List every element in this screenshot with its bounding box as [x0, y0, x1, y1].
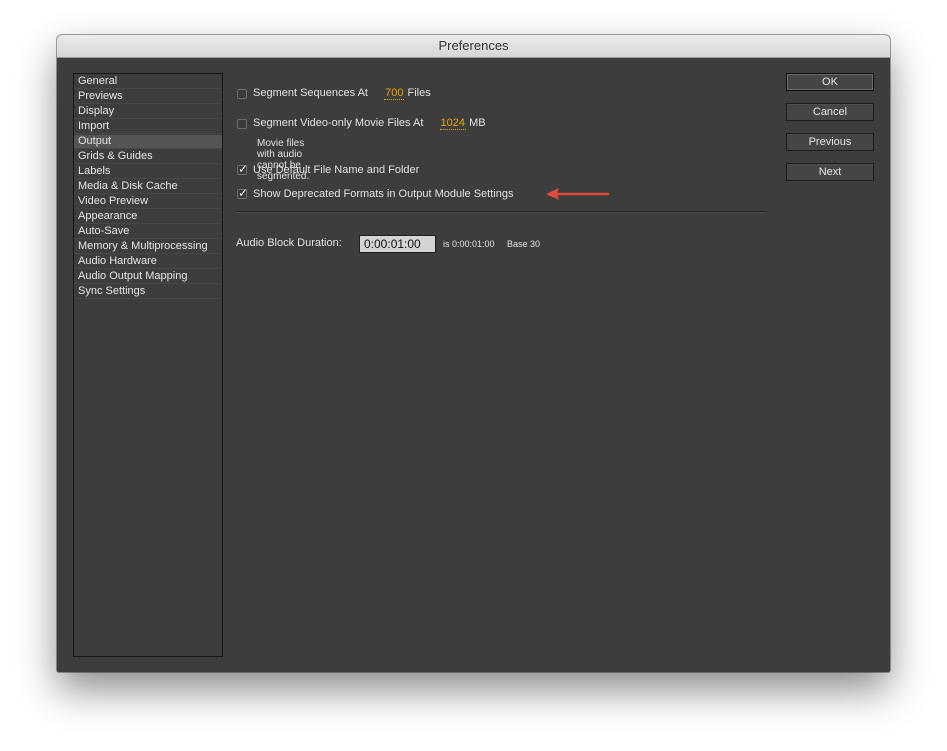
audio-block-duration-input[interactable]: 0:00:01:00 [359, 235, 436, 253]
preferences-window: Preferences General Previews Display Import… [57, 35, 890, 672]
audio-block-label: Audio Block Duration: [236, 237, 342, 249]
next-button[interactable]: Next [786, 163, 874, 181]
sidebar-item-memory-multiprocessing[interactable]: Memory & Multiprocessing [74, 240, 222, 254]
sidebar-item-labels[interactable]: Labels [74, 165, 222, 179]
segment-sequences-unit: Files [407, 87, 431, 99]
cancel-button[interactable]: Cancel [786, 103, 874, 121]
ok-button[interactable]: OK [786, 73, 874, 91]
sidebar-item-appearance[interactable]: Appearance [74, 210, 222, 224]
segment-sequences-label: Segment Sequences At [253, 87, 368, 99]
sidebar-item-audio-hardware[interactable]: Audio Hardware [74, 255, 222, 269]
segment-video-value[interactable]: 1024 [439, 117, 466, 130]
segment-video-row: Segment Video-only Movie Files At 1024 M… [253, 117, 486, 130]
previous-button[interactable]: Previous [786, 133, 874, 151]
sidebar-item-output[interactable]: Output [74, 135, 222, 149]
sidebar-item-video-preview[interactable]: Video Preview [74, 195, 222, 209]
sidebar-item-sync-settings[interactable]: Sync Settings [74, 285, 222, 299]
sidebar-item-auto-save[interactable]: Auto-Save [74, 225, 222, 239]
sidebar-item-import[interactable]: Import [74, 120, 222, 134]
use-default-name-label: Use Default File Name and Folder [253, 164, 420, 176]
show-deprecated-label: Show Deprecated Formats in Output Module… [253, 188, 514, 200]
sidebar-item-previews[interactable]: Previews [74, 90, 222, 104]
sidebar-item-display[interactable]: Display [74, 105, 222, 119]
sidebar-item-general[interactable]: General [74, 75, 222, 89]
audio-block-base-text: Base 30 [507, 239, 541, 249]
section-divider [235, 211, 766, 213]
segment-video-checkbox[interactable] [237, 119, 247, 129]
sidebar-item-grids-guides[interactable]: Grids & Guides [74, 150, 222, 164]
use-default-name-checkbox[interactable]: ✓ [237, 162, 249, 176]
preferences-category-list: General Previews Display Import Output Grids … [73, 73, 223, 657]
segment-sequences-value[interactable]: 700 [384, 87, 405, 100]
show-deprecated-checkbox[interactable]: ✓ [237, 186, 249, 200]
sidebar-item-media-disk-cache[interactable]: Media & Disk Cache [74, 180, 222, 194]
sidebar-item-audio-output-mapping[interactable]: Audio Output Mapping [74, 270, 222, 284]
red-arrow-icon [546, 188, 610, 200]
segment-video-label: Segment Video-only Movie Files At [253, 117, 424, 129]
audio-block-is-text: is 0:00:01:00 [443, 239, 495, 249]
window-title: Preferences [57, 35, 890, 58]
segment-sequences-checkbox[interactable] [237, 89, 247, 99]
check-icon: ✓ [238, 186, 249, 200]
segment-video-unit: MB [469, 117, 486, 129]
segment-sequences-row: Segment Sequences At 700 Files [253, 87, 431, 100]
check-icon: ✓ [238, 162, 249, 176]
